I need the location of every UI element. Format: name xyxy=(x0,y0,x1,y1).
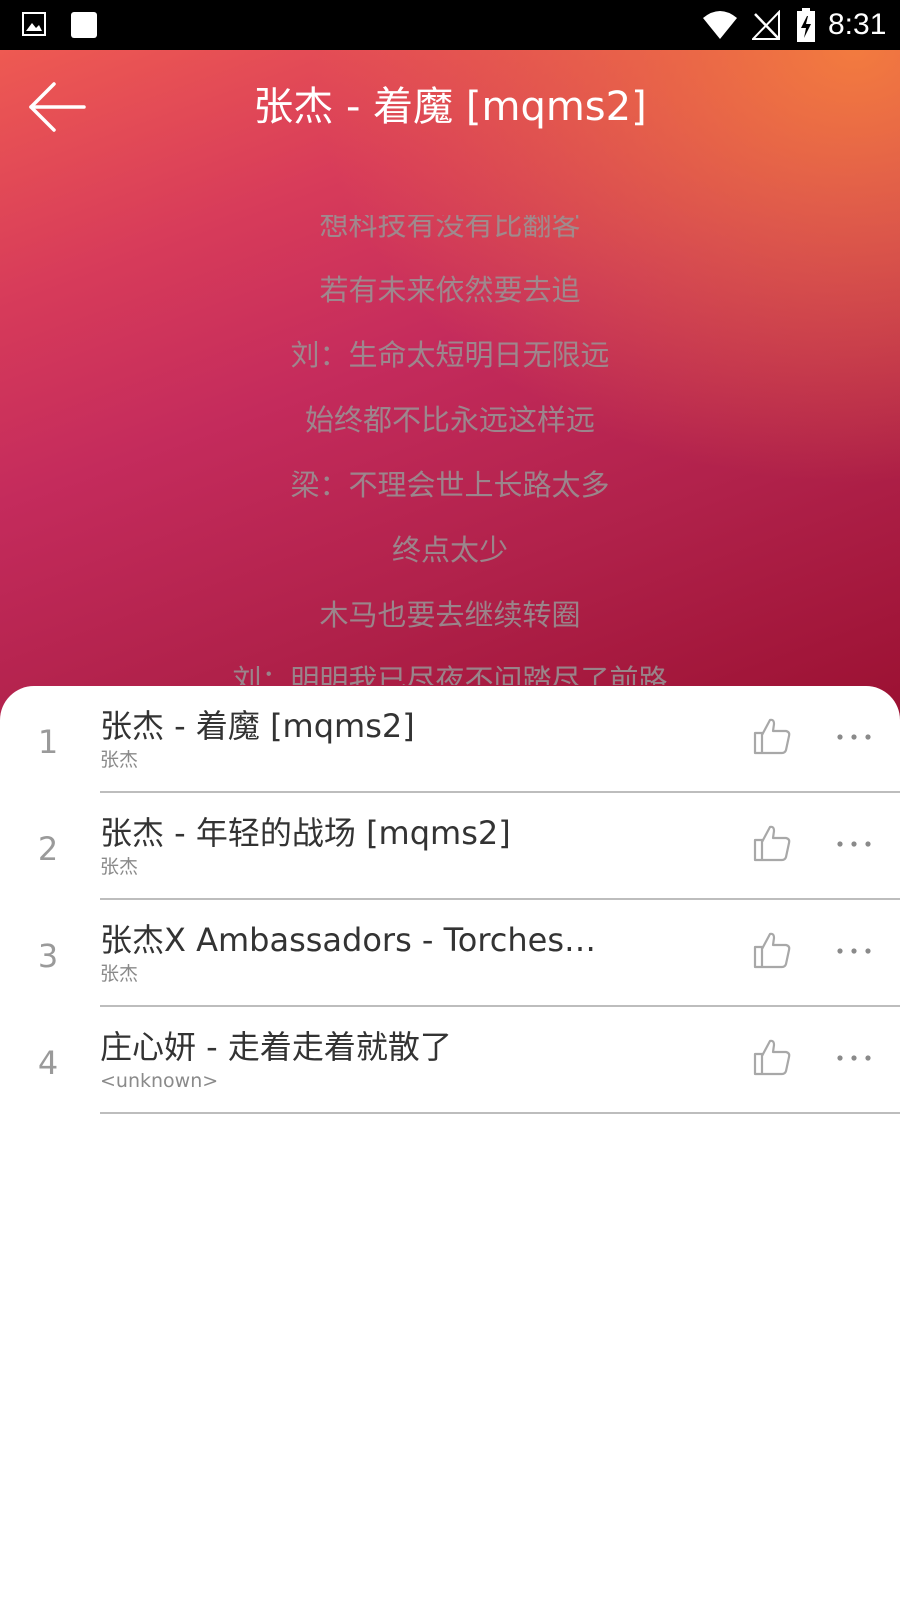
lyric-line: 终点太少 xyxy=(391,533,508,567)
track-number: 4 xyxy=(37,1044,59,1082)
thumbs-up-icon[interactable] xyxy=(752,930,792,970)
song-title: 张杰X Ambassadors - Torches… xyxy=(100,921,597,959)
row-divider xyxy=(100,1112,900,1114)
thumbs-up-icon[interactable] xyxy=(752,716,792,756)
lyric-line: 想科技有没有比翻客 xyxy=(319,215,581,242)
more-dots-icon[interactable] xyxy=(832,829,876,859)
song-artist: <unknown> xyxy=(100,1070,219,1092)
song-title: 庄心妍 - 走着走着就散了 xyxy=(100,1028,452,1066)
thumbs-up-icon[interactable] xyxy=(752,1037,792,1077)
lyric-line: 木马也要去继续转圈 xyxy=(319,598,581,632)
song-title: 张杰 - 年轻的战场 [mqms2] xyxy=(100,814,511,852)
song-artist: 张杰 xyxy=(100,856,139,878)
song-artist: 张杰 xyxy=(100,749,139,771)
track-number: 3 xyxy=(37,937,59,975)
song-artist: 张杰 xyxy=(100,963,139,985)
thumbs-up-icon[interactable] xyxy=(752,823,792,863)
lyrics-view[interactable]: 想科技有没有比翻客 若有未来依然要去追 刘：生命太短明日无限远 始终都不比永远这… xyxy=(0,215,900,685)
more-dots-icon[interactable] xyxy=(832,722,876,752)
lyric-line: 刘：生命太短明日无限远 xyxy=(290,338,610,372)
signal-off-icon xyxy=(752,10,780,40)
status-bar: 8:31 xyxy=(0,0,900,50)
lyric-line: 始终都不比永远这样远 xyxy=(304,403,595,437)
more-dots-icon[interactable] xyxy=(832,936,876,966)
status-time: 8:31 xyxy=(828,8,887,41)
battery-charging-icon xyxy=(797,8,815,42)
track-number: 2 xyxy=(37,830,59,868)
playlist-sheet: 1 张杰 - 着魔 [mqms2] 张杰 2 张杰 - 年轻的战场 [mqms2… xyxy=(0,686,900,1600)
playlist-item[interactable]: 3 张杰X Ambassadors - Torches… 张杰 xyxy=(0,900,900,1007)
lyric-line: 若有未来依然要去追 xyxy=(319,273,581,307)
playlist-item[interactable]: 1 张杰 - 着魔 [mqms2] 张杰 xyxy=(0,686,900,793)
track-number: 1 xyxy=(37,723,59,761)
notification-square-icon xyxy=(71,12,97,38)
image-notification-icon xyxy=(22,12,46,36)
lyric-line: 梁：不理会世上长路太多 xyxy=(290,468,610,502)
playlist-item[interactable]: 2 张杰 - 年轻的战场 [mqms2] 张杰 xyxy=(0,793,900,900)
page-title: 张杰 - 着魔 [mqms2] xyxy=(253,84,647,130)
wifi-icon xyxy=(703,11,737,39)
playlist-item[interactable]: 4 庄心妍 - 走着走着就散了 <unknown> xyxy=(0,1007,900,1114)
more-dots-icon[interactable] xyxy=(832,1043,876,1073)
song-title: 张杰 - 着魔 [mqms2] xyxy=(100,707,415,745)
lyric-line: 刘：明明我已尽夜不问踏尽了前路 xyxy=(232,663,668,685)
